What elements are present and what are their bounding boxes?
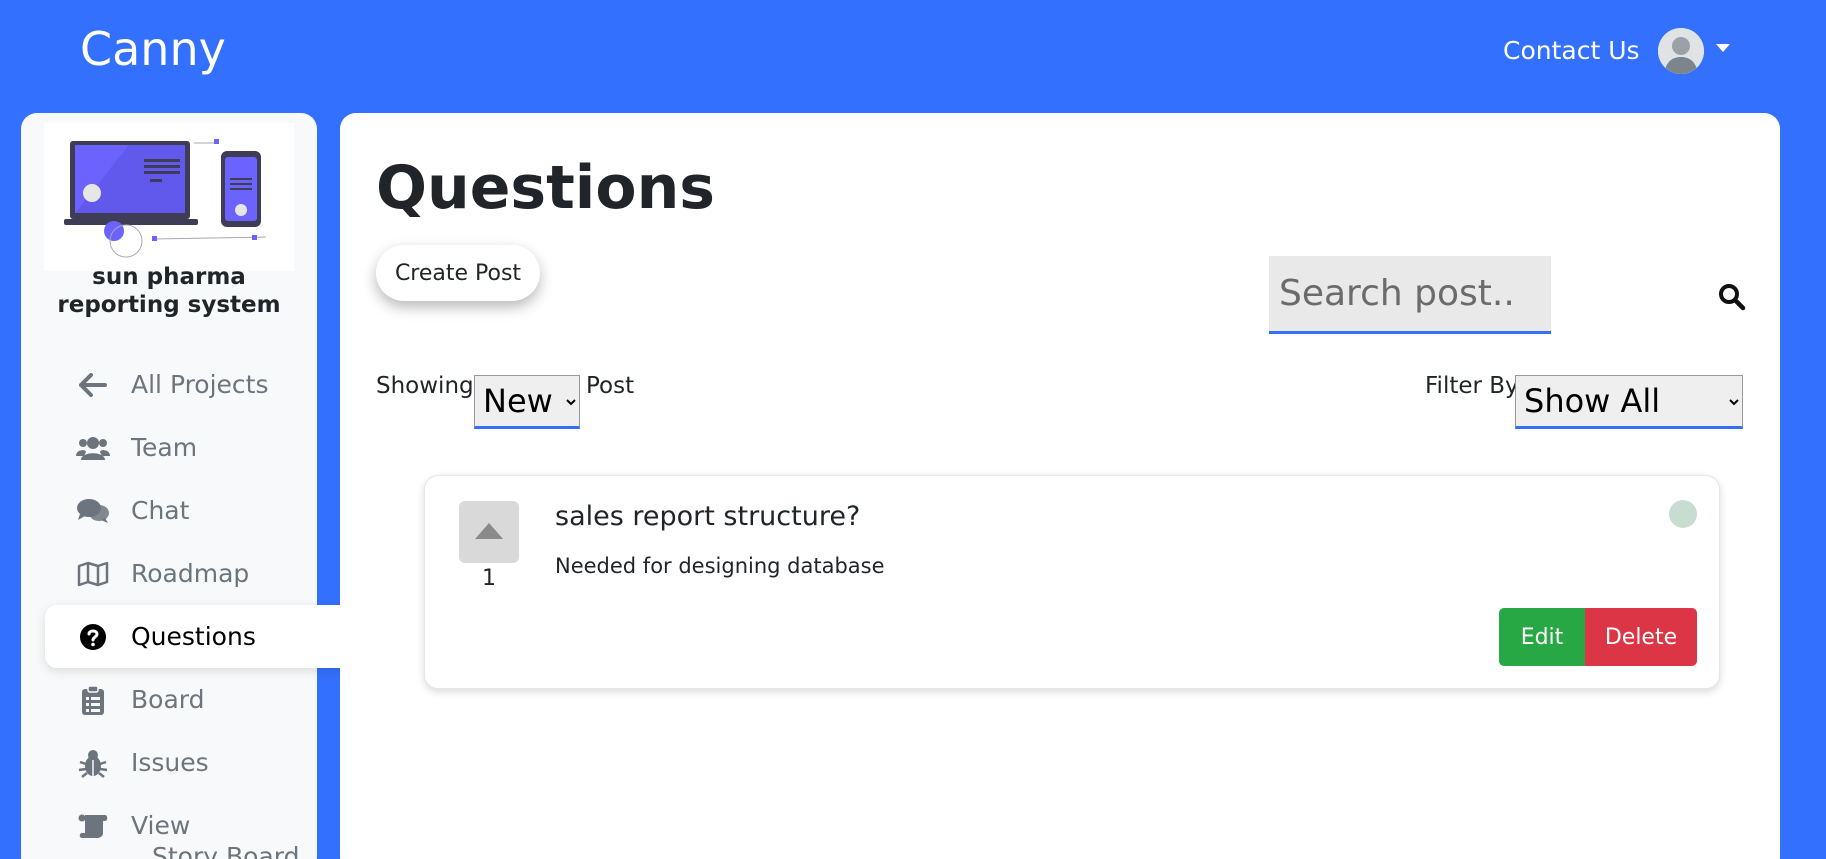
question-circle-icon (75, 619, 111, 655)
sidebar-item-board[interactable]: Board (45, 668, 365, 731)
caret-down-icon[interactable] (1716, 44, 1730, 52)
users-icon (75, 430, 111, 466)
sidebar-item-label: Roadmap (131, 559, 250, 588)
sidebar-item-label: View (131, 811, 191, 840)
vote-count: 1 (482, 566, 496, 591)
arrow-left-icon (75, 367, 111, 403)
sidebar-item-label: Issues (131, 748, 209, 777)
sidebar-item-label: Questions (131, 622, 256, 651)
post-body: Needed for designing database (555, 554, 885, 578)
user-avatar-icon[interactable] (1658, 28, 1704, 74)
edit-button[interactable]: Edit (1499, 608, 1585, 666)
top-navbar: Canny Contact Us (0, 0, 1826, 110)
upvote-button[interactable] (459, 501, 519, 563)
filter-label: Filter By (1425, 373, 1519, 399)
delete-button[interactable]: Delete (1585, 608, 1697, 666)
project-name: sun pharma reporting system (57, 264, 281, 318)
status-dot (1669, 500, 1697, 528)
contact-us-link[interactable]: Contact Us (1503, 36, 1640, 65)
sidebar-item-all-projects[interactable]: All Projects (45, 353, 365, 416)
post-title[interactable]: sales report structure? (555, 501, 860, 532)
clipboard-icon (75, 682, 111, 718)
sidebar-item-sublabel: Story Board (152, 842, 300, 859)
map-icon (75, 556, 111, 592)
brand-logo[interactable]: Canny (80, 22, 226, 76)
sidebar-item-roadmap[interactable]: Roadmap (45, 542, 365, 605)
sidebar-item-chat[interactable]: Chat (45, 479, 365, 542)
sidebar-item-label: Team (131, 433, 198, 462)
caret-up-icon (475, 523, 503, 539)
sort-select[interactable]: New (474, 375, 580, 429)
sidebar-item-team[interactable]: Team (45, 416, 365, 479)
comments-icon (75, 493, 111, 529)
sidebar-item-label: All Projects (131, 370, 269, 399)
main-panel: Questions Create Post Showing New Post F… (340, 113, 1780, 859)
project-illustration (44, 123, 294, 271)
scroll-icon (75, 808, 111, 844)
create-post-button[interactable]: Create Post (376, 245, 540, 301)
showing-label: Showing (376, 373, 474, 399)
search-input[interactable] (1269, 256, 1551, 334)
search-icon[interactable] (1718, 283, 1746, 311)
post-label: Post (586, 373, 635, 399)
page-title: Questions (376, 153, 716, 223)
sidebar: sun pharma reporting system All Projects… (21, 113, 365, 859)
bug-icon (75, 745, 111, 781)
filter-select[interactable]: Show All (1515, 375, 1743, 429)
sidebar-item-label: Board (131, 685, 205, 714)
sidebar-item-label: Chat (131, 496, 190, 525)
sidebar-item-questions[interactable]: Questions (45, 605, 365, 668)
post-card: 1 sales report structure? Needed for des… (424, 475, 1720, 689)
sidebar-item-view-story-board[interactable]: View Story Board (45, 794, 365, 859)
sidebar-item-issues[interactable]: Issues (45, 731, 365, 794)
